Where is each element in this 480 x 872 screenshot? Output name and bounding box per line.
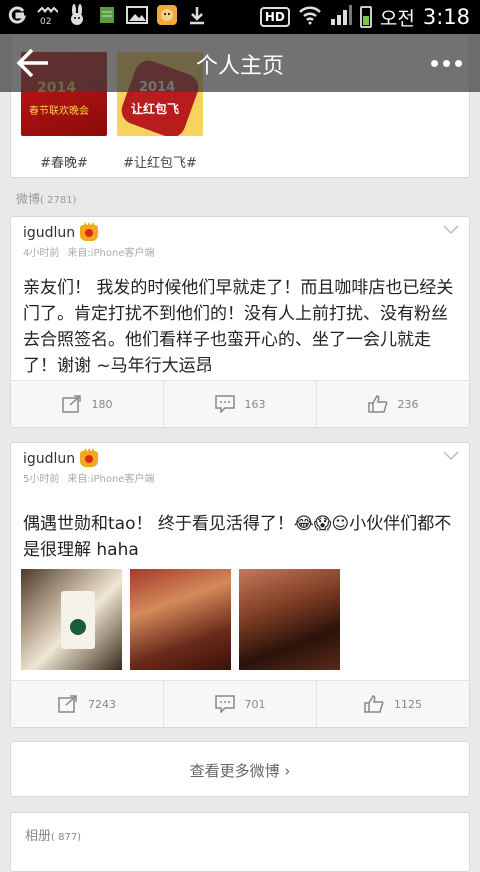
repost-icon <box>58 695 77 713</box>
weibo-post[interactable]: igudlun 4小时前 来自:iPhone客户端 亲友们！ 我发的时候他们早就走… <box>10 216 470 428</box>
weibo-post[interactable]: igudlun 5小时前 来自:iPhone客户端 偶遇世勋和tao！ 终于看见活… <box>10 442 470 728</box>
like-button[interactable]: 236 <box>317 381 469 427</box>
status-time: 3:18 <box>422 5 470 29</box>
more-dots-icon <box>431 60 438 67</box>
repost-button[interactable]: 7243 <box>11 681 164 727</box>
album-label: 相册( 877) <box>25 829 82 844</box>
weibo-section-label: 微博( 2781) <box>16 192 77 206</box>
download-icon <box>186 4 208 26</box>
g-app-icon <box>6 4 28 26</box>
image-icon <box>126 4 148 26</box>
view-more-weibo-button[interactable]: 查看更多微博 › <box>10 741 470 797</box>
post-text: 亲友们！ 我发的时候他们早就走了！而且咖啡店也已经关门了。肯定打扰不到他们的！没… <box>23 278 454 376</box>
status-bar: 02 HD 오전 3:18 <box>0 0 480 34</box>
thumbs-up-icon <box>367 395 387 413</box>
album-card[interactable]: 相册( 877) <box>10 812 470 872</box>
post-meta: 5小时前 来自:iPhone客户端 <box>23 474 155 485</box>
game-icon <box>156 4 178 26</box>
hd-icon: HD <box>259 7 290 27</box>
page-title: 个人主页 <box>195 54 284 79</box>
post-actions: 180 163 236 <box>11 380 469 427</box>
sim-icon <box>96 4 118 26</box>
wifi-icon <box>298 5 322 29</box>
signal-02-icon: 02 <box>36 4 58 26</box>
crown-badge-icon <box>80 451 99 467</box>
status-ampm: 오전 <box>379 7 415 30</box>
post-photo[interactable] <box>239 569 340 670</box>
topic-label: #春晚# <box>40 156 88 171</box>
like-button[interactable]: 1125 <box>317 681 469 727</box>
post-text: 偶遇世勋和tao！ 终于看见活得了！😂😱☺小伙伴们都不是很理解 haha <box>23 514 452 560</box>
comment-icon <box>214 395 235 413</box>
post-username[interactable]: igudlun <box>23 225 75 241</box>
post-photos <box>21 569 340 670</box>
post-actions: 7243 701 1125 <box>11 680 469 727</box>
rabbit-icon <box>66 4 88 26</box>
cell-signal-icon <box>330 4 352 30</box>
more-button[interactable] <box>431 60 462 67</box>
post-photo[interactable] <box>21 569 122 670</box>
chevron-down-icon[interactable] <box>443 225 459 235</box>
comment-button[interactable]: 701 <box>164 681 317 727</box>
topic-label: #让红包飞# <box>123 156 197 171</box>
crown-badge-icon <box>80 225 99 241</box>
battery-icon <box>359 6 372 28</box>
post-meta: 4小时前 来自:iPhone客户端 <box>23 248 155 259</box>
thumbs-up-icon <box>364 695 384 713</box>
repost-button[interactable]: 180 <box>11 381 164 427</box>
title-bar: 个人主页 <box>0 34 480 92</box>
chevron-down-icon[interactable] <box>443 451 459 461</box>
comment-icon <box>214 695 235 713</box>
svg-text:02: 02 <box>40 17 51 26</box>
post-photo[interactable] <box>130 569 231 670</box>
comment-button[interactable]: 163 <box>164 381 317 427</box>
post-username[interactable]: igudlun <box>23 451 75 467</box>
repost-icon <box>61 395 81 413</box>
view-more-label: 查看更多微博 › <box>189 762 291 780</box>
